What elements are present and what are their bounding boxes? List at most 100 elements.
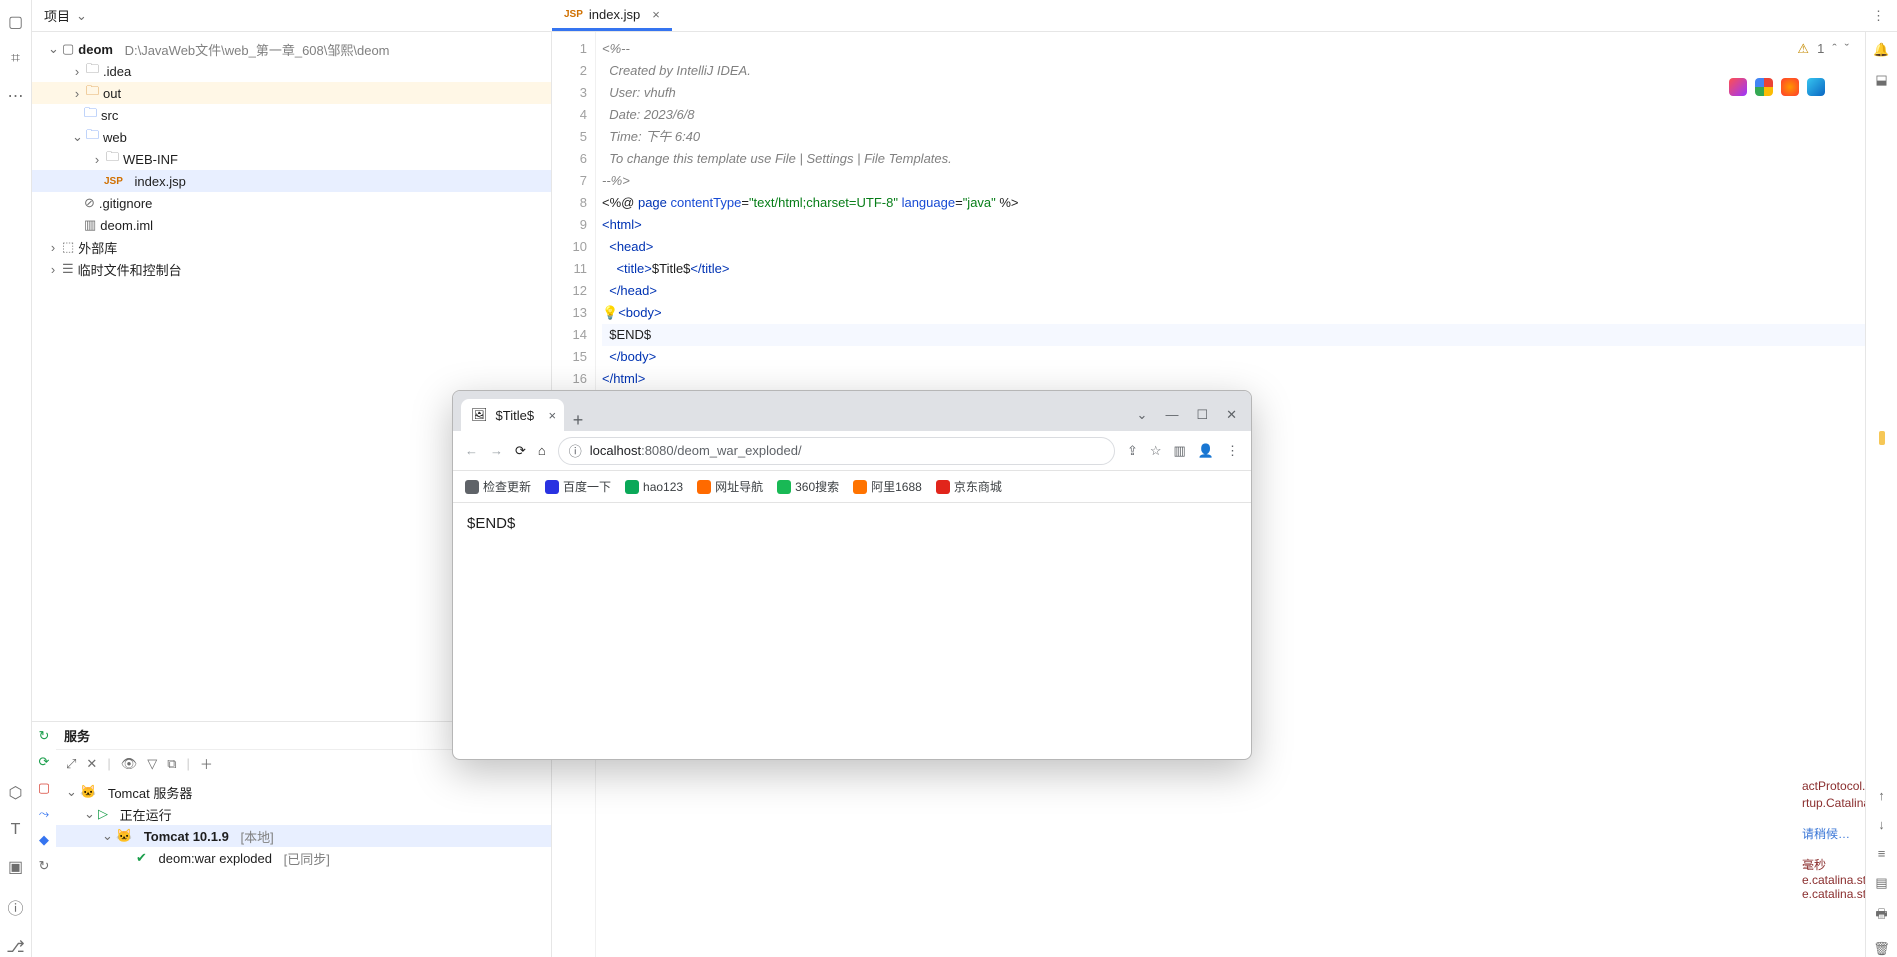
bookmark-jd[interactable]: 京东商城 <box>936 478 1002 495</box>
debug-icon[interactable]: ⤳ <box>39 806 49 822</box>
svc-node-tomcat-instance[interactable]: ⌄🐱 Tomcat 10.1.9 [本地] <box>56 825 551 847</box>
scratch-icon: ☰ <box>62 261 74 277</box>
git-tool-icon[interactable]: ⎇ <box>6 937 24 957</box>
built-in-preview-icon[interactable] <box>1729 78 1747 96</box>
run-icon[interactable]: ⟳ <box>39 754 50 770</box>
structure-tool-icon[interactable]: ⌗ <box>11 50 20 68</box>
minimize-icon[interactable]: — <box>1165 407 1178 423</box>
check-icon: ✔ <box>136 850 147 866</box>
soft-wrap-icon[interactable]: ≡ <box>1878 846 1886 861</box>
close-window-icon[interactable]: ✕ <box>1226 407 1237 423</box>
gitignore-icon: ⊘ <box>84 195 95 211</box>
site-info-icon[interactable]: ⓘ <box>569 441 582 460</box>
tree-root-name[interactable]: deom <box>78 42 113 57</box>
nav-down-icon[interactable]: ↓ <box>1878 817 1885 832</box>
chevron-right-icon[interactable]: › <box>48 240 58 255</box>
address-bar[interactable]: ⓘ localhost:8080/deom_war_exploded/ <box>558 437 1115 465</box>
browser-viewport[interactable]: $END$ <box>453 503 1251 759</box>
info-tool-icon[interactable]: ⓘ <box>7 895 23 919</box>
terminal-tool-icon[interactable]: T <box>11 821 21 839</box>
tree-item-scratch[interactable]: 临时文件和控制台 <box>78 260 182 279</box>
editor-tab-index-jsp[interactable]: JSP index.jsp × <box>552 1 672 31</box>
folder-icon: 🗀 <box>86 82 99 104</box>
svc-node-tomcat-server[interactable]: ⌄🐱 Tomcat 服务器 <box>56 781 551 803</box>
svc-node-artifact[interactable]: ✔ deom:war exploded [已同步] <box>56 847 551 869</box>
expand-all-icon[interactable]: ⤢ <box>66 756 76 772</box>
console-output[interactable]: actProtocol.start 家�淮煸同慈 rtup.Catalina.s… <box>1802 737 1865 957</box>
nav-up-icon[interactable]: ↑ <box>1878 788 1885 803</box>
chrome-icon[interactable] <box>1755 78 1773 96</box>
layout-icon[interactable]: ⧉ <box>167 756 176 772</box>
rerun-icon[interactable]: ↻ <box>39 728 50 744</box>
browser-window[interactable]: 🖼 $Title$ × + ⌄ — ☐ ✕ ← → ⟳ ⌂ ⓘ localhos… <box>452 390 1252 760</box>
close-browser-tab-icon[interactable]: × <box>548 408 556 423</box>
bookmark-2345[interactable]: 网址导航 <box>697 478 763 495</box>
maximize-icon[interactable]: ☐ <box>1196 407 1208 423</box>
forward-icon[interactable]: → <box>490 443 503 458</box>
svc-node-running[interactable]: ⌄▷ 正在运行 <box>56 803 551 825</box>
chevron-right-icon[interactable]: › <box>48 262 58 277</box>
tree-item-out[interactable]: out <box>103 86 121 101</box>
attach-icon[interactable]: ◆ <box>39 832 49 848</box>
home-icon[interactable]: ⌂ <box>538 443 546 458</box>
view-icon[interactable]: 👁 <box>121 756 138 772</box>
tree-item-gitignore[interactable]: .gitignore <box>99 196 152 211</box>
chevron-down-icon[interactable]: ⌄ <box>48 41 58 57</box>
close-tab-icon[interactable]: × <box>652 7 660 22</box>
browser-menu-icon[interactable]: ⋮ <box>1226 443 1239 459</box>
profile-icon[interactable]: 👤 <box>1198 443 1214 459</box>
share-icon[interactable]: ⇪ <box>1127 443 1138 459</box>
bookmark-hao123[interactable]: hao123 <box>625 480 683 494</box>
run-tool-icon[interactable]: ▣ <box>8 857 23 877</box>
tree-item-web[interactable]: web <box>103 130 127 145</box>
db-tool-icon[interactable]: ⬓ <box>1875 72 1887 88</box>
tree-item-extlibs[interactable]: 外部库 <box>78 238 117 257</box>
chevron-down-icon[interactable]: ⌄ <box>72 129 82 145</box>
project-header[interactable]: 项目 ⌄ <box>32 6 552 25</box>
tree-item-idea[interactable]: .idea <box>103 64 131 79</box>
tree-root-path: D:\JavaWeb文件\web_第一章_608\邹熙\deom <box>125 40 390 59</box>
star-icon[interactable]: ☆ <box>1150 443 1162 459</box>
bookmark-update[interactable]: 检查更新 <box>465 478 531 495</box>
notifications-icon[interactable]: 🔔 <box>1873 42 1889 58</box>
inspection-badges[interactable]: ⚠1 ˆ ˇ <box>1797 38 1849 60</box>
tree-item-webinf[interactable]: WEB-INF <box>123 152 178 167</box>
web-folder-icon: 🗀 <box>86 126 99 148</box>
project-tool-icon[interactable]: ▢ <box>8 12 23 32</box>
side-panel-icon[interactable]: ▥ <box>1174 443 1186 459</box>
browser-tab[interactable]: 🖼 $Title$ × <box>461 399 564 431</box>
tree-item-iml[interactable]: deom.iml <box>100 218 153 233</box>
filter-icon[interactable]: ▽ <box>147 756 157 772</box>
chevron-right-icon[interactable]: › <box>72 86 82 101</box>
stop-icon[interactable]: ▢ <box>38 780 50 796</box>
prev-highlight-icon[interactable]: ˆ <box>1832 38 1836 60</box>
tree-item-src[interactable]: src <box>101 108 118 123</box>
bookmark-360[interactable]: 360搜索 <box>777 478 839 495</box>
restart-icon[interactable]: ↻ <box>39 858 50 874</box>
print-icon[interactable]: 🖶 <box>1875 905 1887 927</box>
reload-icon[interactable]: ⟳ <box>515 443 526 459</box>
add-icon[interactable]: ＋ <box>200 754 213 773</box>
bookmark-1688[interactable]: 阿里1688 <box>853 478 922 495</box>
bookmark-baidu[interactable]: 百度一下 <box>545 478 611 495</box>
firefox-icon[interactable] <box>1781 78 1799 96</box>
jsp-file-icon: JSP <box>104 176 123 187</box>
chevron-right-icon[interactable]: › <box>92 152 102 167</box>
build-tool-icon[interactable]: ⬡ <box>9 783 23 803</box>
reader-mode-icon[interactable]: ▤ <box>1875 875 1887 891</box>
chevron-down-icon[interactable]: ⌄ <box>1137 407 1148 423</box>
collapse-icon[interactable]: ✕ <box>86 756 97 772</box>
tab-menu-icon[interactable]: ⋮ <box>1860 8 1897 24</box>
next-highlight-icon[interactable]: ˇ <box>1845 38 1849 60</box>
new-tab-button[interactable]: + <box>564 410 592 431</box>
more-tool-icon[interactable]: ⋯ <box>8 86 24 106</box>
trash-icon[interactable]: 🗑 <box>1873 941 1890 957</box>
scrollbar-warning-marker[interactable] <box>1879 431 1885 445</box>
tree-item-index[interactable]: index.jsp <box>135 174 186 189</box>
chevron-right-icon[interactable]: › <box>72 64 82 79</box>
edge-icon[interactable] <box>1807 78 1825 96</box>
back-icon[interactable]: ← <box>465 443 478 458</box>
browser-titlebar[interactable]: 🖼 $Title$ × + ⌄ — ☐ ✕ <box>453 391 1251 431</box>
right-tool-rail: 🔔 ⬓ ↑ ↓ ≡ ▤ 🖶 🗑 <box>1865 32 1897 957</box>
intention-bulb-icon[interactable]: 💡 <box>602 305 618 320</box>
